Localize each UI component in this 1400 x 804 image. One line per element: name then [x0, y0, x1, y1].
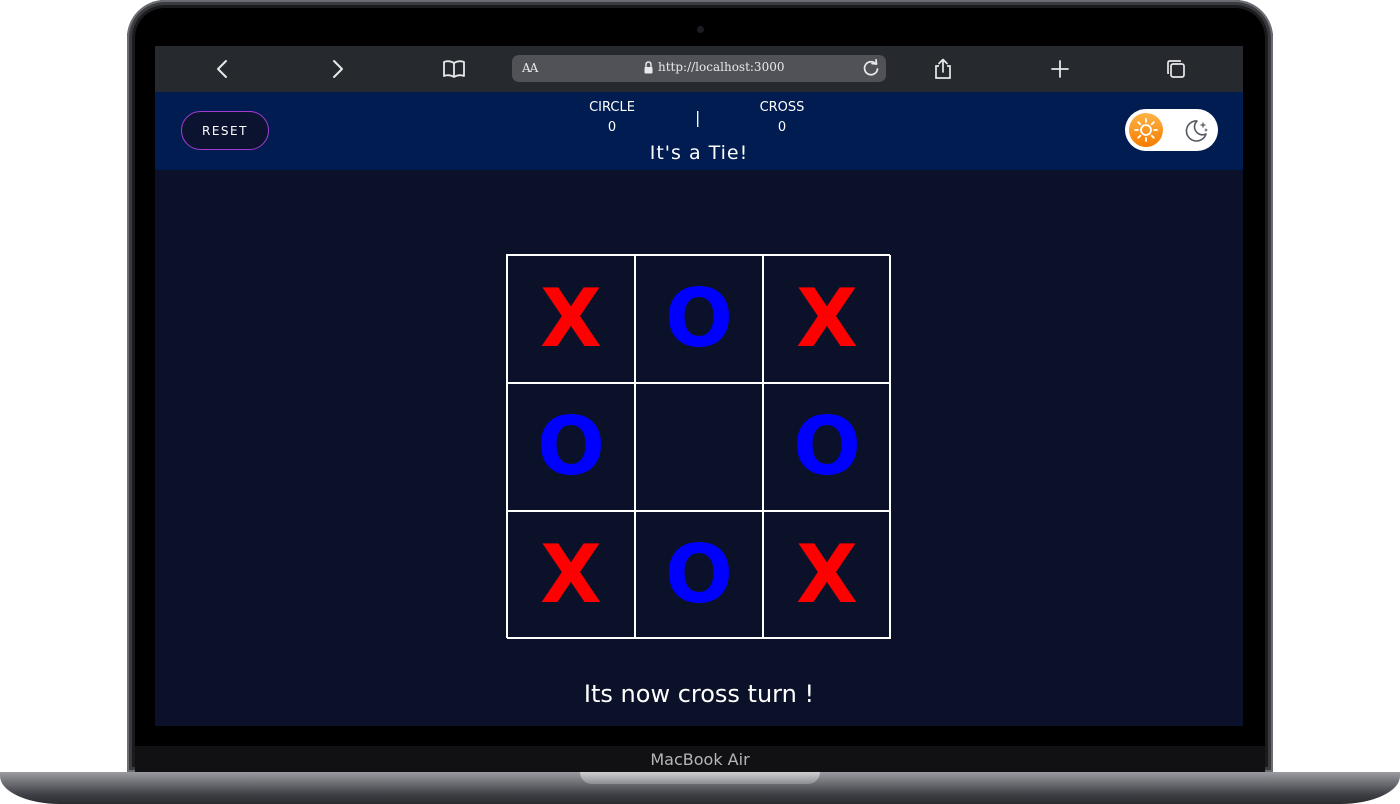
new-tab-icon[interactable]: [1048, 57, 1072, 81]
screen: AA http://localhost:3000 RESET CIRCLE 0 …: [155, 46, 1243, 726]
board-cell[interactable]: O: [507, 383, 635, 511]
address-bar[interactable]: AA http://localhost:3000: [512, 55, 886, 82]
laptop-notch: [580, 772, 820, 784]
score-divider: |: [695, 108, 701, 127]
circle-score-label: CIRCLE: [589, 100, 635, 115]
game-board: X O X O O X O X: [506, 254, 891, 639]
circle-score-value: 0: [607, 120, 617, 135]
share-icon[interactable]: [931, 57, 955, 81]
turn-status: Its now cross turn !: [583, 680, 815, 708]
board-cell[interactable]: X: [763, 511, 891, 639]
cross-score-label: CROSS: [759, 100, 805, 115]
back-icon[interactable]: [210, 57, 234, 81]
reader-button[interactable]: AA: [522, 61, 538, 75]
circle-score: CIRCLE 0: [572, 98, 652, 138]
browser-toolbar: AA http://localhost:3000: [155, 46, 1243, 92]
board-cell[interactable]: O: [635, 255, 763, 383]
tabs-icon[interactable]: [1164, 57, 1188, 81]
board-cell[interactable]: [635, 383, 763, 511]
moon-icon[interactable]: [1183, 118, 1209, 144]
bookmarks-icon[interactable]: [442, 57, 466, 81]
board-cell[interactable]: X: [507, 511, 635, 639]
cross-score: CROSS 0: [742, 98, 822, 138]
camera-icon: [697, 26, 704, 33]
url-text: http://localhost:3000: [658, 60, 785, 74]
cross-score-value: 0: [777, 120, 787, 135]
lock-icon: [644, 61, 653, 74]
game-result: It's a Tie!: [649, 142, 749, 164]
board-cell[interactable]: X: [507, 255, 635, 383]
board-cell[interactable]: O: [763, 383, 891, 511]
forward-icon[interactable]: [326, 57, 350, 81]
board-cell[interactable]: X: [763, 255, 891, 383]
reload-icon[interactable]: [862, 58, 880, 82]
board-cell[interactable]: O: [635, 511, 763, 639]
device-label: MacBook Air: [650, 750, 750, 769]
